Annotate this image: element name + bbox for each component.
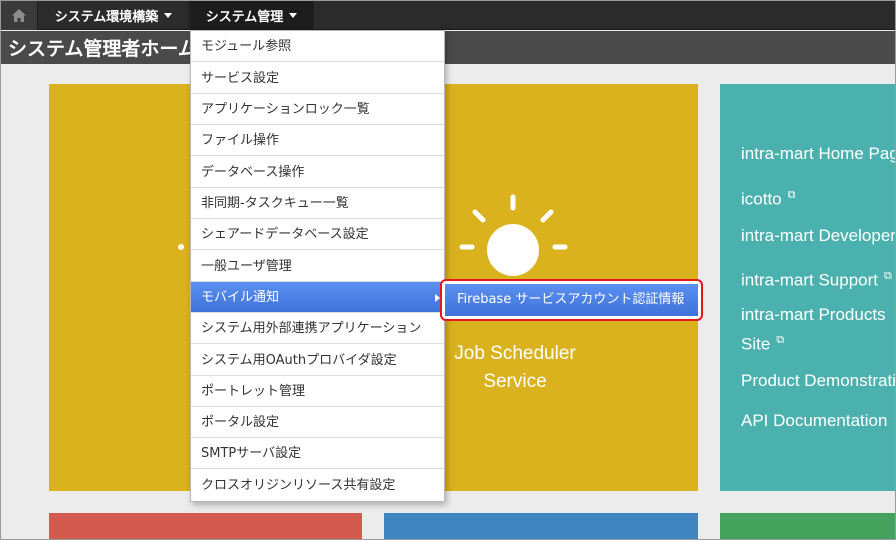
home-icon <box>11 8 26 22</box>
link-label: icotto <box>741 189 782 209</box>
menu-item-label: アプリケーションロック一覧 <box>201 102 370 117</box>
menu-item-label: モジュール参照 <box>201 39 292 54</box>
link-intra-mart-developer[interactable]: intra-mart Developer <box>741 224 896 248</box>
chevron-down-icon <box>164 12 173 18</box>
link-label: Product Demonstration <box>741 371 896 390</box>
menu-item-label: モバイル通知 <box>201 290 280 305</box>
job-scheduler-label: Job Scheduler Service <box>420 340 610 396</box>
menu-item-mobile-notification[interactable]: モバイル通知 <box>191 282 444 313</box>
menu-item-label: 非同期-タスクキュー一覧 <box>201 196 349 211</box>
menu-item-smtp-server[interactable]: SMTPサーバ設定 <box>191 438 444 469</box>
nav-menu-label: システム管理 <box>205 9 284 25</box>
menu-item-label: ポータル設定 <box>201 415 280 430</box>
external-link-icon: ⧉ <box>776 334 785 346</box>
link-site[interactable]: Site ⧉ <box>741 328 784 357</box>
link-intra-mart-support[interactable]: intra-mart Support ⧉ <box>741 264 892 293</box>
home-button[interactable] <box>0 0 38 30</box>
menu-item-label: データベース操作 <box>201 165 305 180</box>
menu-item-label: Firebase サービスアカウント認証情報 <box>457 292 685 307</box>
link-label: intra-mart Products <box>741 305 886 324</box>
menu-item-portlet-admin[interactable]: ポートレット管理 <box>191 376 444 407</box>
menu-item-label: クロスオリジンリソース共有設定 <box>201 478 396 493</box>
external-link-icon: ⧉ <box>884 270 892 282</box>
top-nav-bar: システム環境構築 システム管理 <box>0 0 896 30</box>
system-admin-dropdown: モジュール参照 サービス設定 アプリケーションロック一覧 ファイル操作 データベ… <box>190 30 445 502</box>
blue-tile[interactable] <box>384 513 698 540</box>
menu-item-label: システム用OAuthプロバイダ設定 <box>201 353 397 368</box>
sun-ray-fragment <box>178 244 184 250</box>
job-scheduler-line1: Job Scheduler <box>454 343 576 364</box>
chevron-down-icon <box>289 12 298 18</box>
nav-menu-label: システム環境構築 <box>54 9 159 25</box>
link-label: Site <box>741 334 771 354</box>
link-icotto[interactable]: icotto ⧉ <box>741 183 796 212</box>
link-api-documentation[interactable]: API Documentation <box>741 409 887 433</box>
external-link-icon: ⧉ <box>787 189 796 201</box>
job-scheduler-line2: Service <box>483 371 547 392</box>
nav-menu-system-environment[interactable]: システム環境構築 <box>39 0 189 30</box>
menu-item-label: システム用外部連携アプリケーション <box>201 321 422 336</box>
menu-item-external-apps[interactable]: システム用外部連携アプリケーション <box>191 313 444 344</box>
link-intra-mart-products[interactable]: intra-mart Products <box>741 303 886 327</box>
menu-item-firebase-service-account[interactable]: Firebase サービスアカウント認証情報 <box>445 284 698 316</box>
mobile-notification-submenu: Firebase サービスアカウント認証情報 <box>440 279 703 321</box>
link-product-demonstration[interactable]: Product Demonstration <box>741 369 896 393</box>
link-label: API Documentation <box>741 411 888 430</box>
page-title: システム管理者ホーム <box>8 39 197 60</box>
menu-item-oauth-provider[interactable]: システム用OAuthプロバイダ設定 <box>191 345 444 376</box>
sun-icon <box>459 194 568 276</box>
green-tile[interactable] <box>720 513 896 540</box>
nav-menu-system-admin[interactable]: システム管理 <box>190 0 314 30</box>
menu-item-label: ファイル操作 <box>201 133 280 148</box>
menu-item-label: ポートレット管理 <box>201 384 306 399</box>
menu-item-async-task-queue[interactable]: 非同期-タスクキュー一覧 <box>191 188 444 219</box>
link-label: intra-mart Home Page <box>741 144 896 163</box>
menu-item-module-reference[interactable]: モジュール参照 <box>191 31 444 62</box>
menu-item-database-operations[interactable]: データベース操作 <box>191 157 444 188</box>
menu-item-label: SMTPサーバ設定 <box>201 446 302 461</box>
title-bar: システム管理者ホーム <box>0 31 896 64</box>
menu-item-label: サービス設定 <box>201 71 280 86</box>
menu-item-label: シェアードデータベース設定 <box>201 227 369 242</box>
menu-item-shared-database[interactable]: シェアードデータベース設定 <box>191 219 444 250</box>
menu-item-application-lock-list[interactable]: アプリケーションロック一覧 <box>191 94 444 125</box>
link-intra-mart-home-page[interactable]: intra-mart Home Page <box>741 142 896 166</box>
red-tile[interactable] <box>49 513 362 540</box>
menu-item-label: 一般ユーザ管理 <box>201 259 292 274</box>
menu-item-general-user-admin[interactable]: 一般ユーザ管理 <box>191 251 444 282</box>
menu-item-service-settings[interactable]: サービス設定 <box>191 63 444 94</box>
link-label: intra-mart Support <box>741 270 878 290</box>
link-label: intra-mart Developer <box>741 226 896 245</box>
menu-item-cors-settings[interactable]: クロスオリジンリソース共有設定 <box>191 470 444 501</box>
menu-item-portal-settings[interactable]: ポータル設定 <box>191 407 444 438</box>
menu-item-file-operations[interactable]: ファイル操作 <box>191 125 444 156</box>
